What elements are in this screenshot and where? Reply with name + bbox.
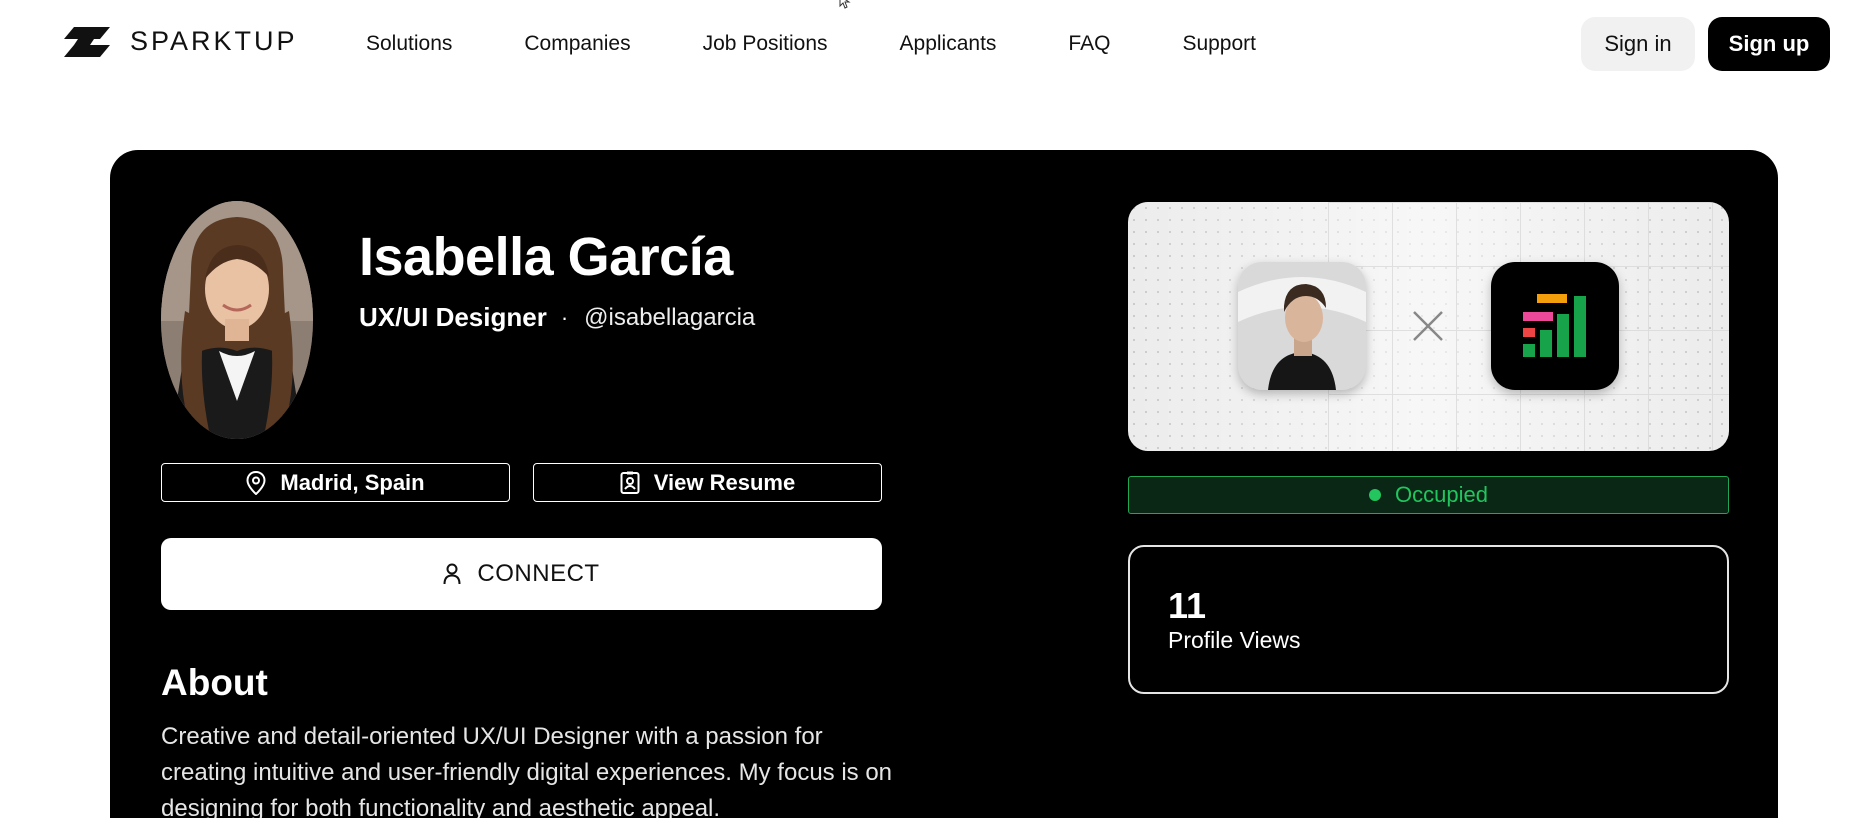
profile-photo-icon: [161, 201, 313, 439]
sign-up-button[interactable]: Sign up: [1708, 17, 1830, 71]
status-label: Occupied: [1395, 482, 1488, 507]
profile-handle[interactable]: @isabellagarcia: [584, 304, 755, 332]
mouse-cursor-icon: [839, 0, 851, 9]
view-resume-label: View Resume: [653, 469, 796, 495]
bar-chart-logo-icon: [1523, 294, 1586, 357]
profile-avatar: [161, 201, 313, 439]
person-photo-icon: [1238, 262, 1366, 390]
profile-views-label: Profile Views: [1168, 627, 1301, 653]
availability-status-badge: Occupied: [1128, 476, 1729, 514]
connect-label: CONNECT: [477, 560, 600, 587]
nav-links: Solutions Companies Job Positions Applic…: [366, 32, 1256, 56]
about-heading: About: [161, 662, 268, 703]
nav-link-job-positions[interactable]: Job Positions: [703, 32, 828, 56]
nav-link-faq[interactable]: FAQ: [1068, 32, 1110, 56]
nav-link-solutions[interactable]: Solutions: [366, 32, 452, 56]
company-logo-tile: [1491, 262, 1619, 390]
brand-name: SPARKTUP: [130, 26, 298, 56]
view-resume-button[interactable]: View Resume: [533, 463, 882, 502]
connect-button[interactable]: CONNECT: [161, 538, 882, 610]
sign-in-button[interactable]: Sign in: [1581, 17, 1695, 71]
about-text: Creative and detail-oriented UX/UI Desig…: [161, 723, 893, 818]
top-nav: SPARKTUP Solutions Companies Job Positio…: [0, 0, 1871, 92]
status-dot-icon: [1369, 489, 1382, 501]
profile-role: UX/UI Designer: [359, 302, 547, 332]
profile-name: Isabella García: [359, 227, 733, 287]
employer-avatar-tile: [1238, 262, 1366, 390]
sparktup-logo-icon: [64, 26, 110, 57]
resume-badge-icon: [620, 471, 640, 494]
separator-dot: ·: [560, 304, 569, 330]
nav-link-support[interactable]: Support: [1182, 32, 1256, 56]
company-banner: [1128, 202, 1729, 451]
nav-link-companies[interactable]: Companies: [524, 32, 630, 56]
profile-views-card: 11 Profile Views: [1128, 545, 1729, 694]
nav-link-applicants[interactable]: Applicants: [900, 32, 997, 56]
map-pin-icon: [246, 470, 266, 495]
location-label: Madrid, Spain: [280, 469, 425, 495]
user-icon: [443, 563, 461, 585]
location-chip[interactable]: Madrid, Spain: [161, 463, 510, 502]
cross-icon: [1413, 311, 1443, 341]
profile-subline: UX/UI Designer · @isabellagarcia: [359, 302, 755, 333]
profile-views-count: 11: [1168, 585, 1207, 626]
brand-logo[interactable]: SPARKTUP: [64, 26, 298, 57]
